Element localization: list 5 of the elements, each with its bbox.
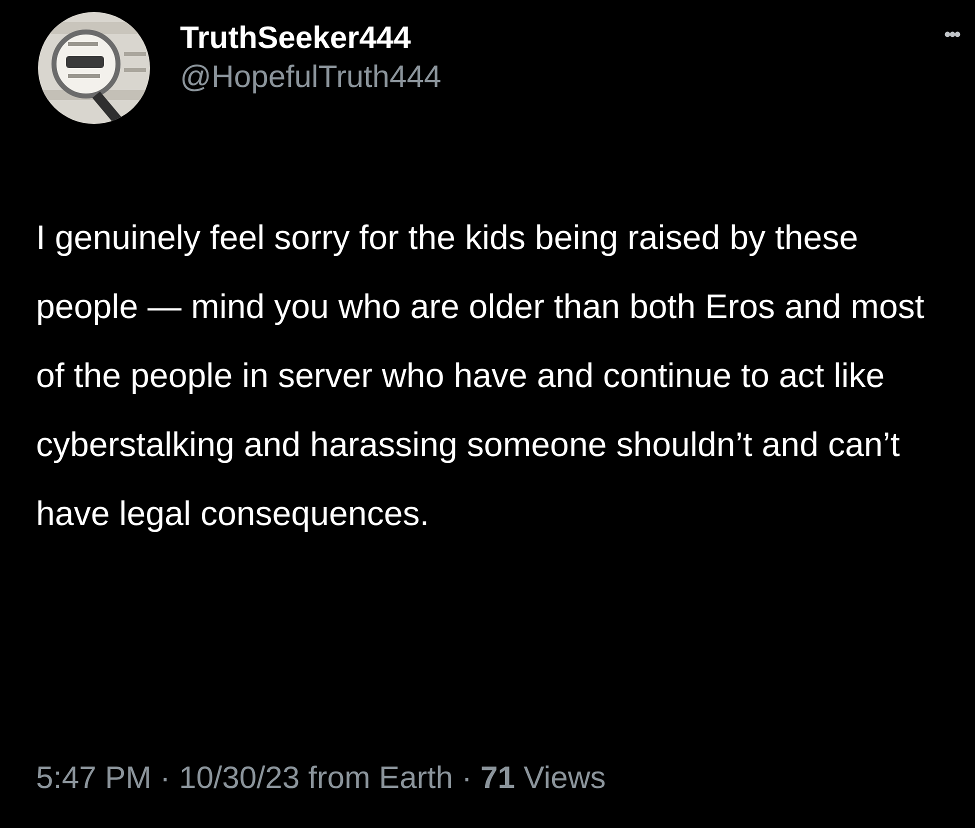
author-handle[interactable]: @HopefulTruth444 bbox=[180, 58, 442, 97]
author-name[interactable]: TruthSeeker444 bbox=[180, 19, 442, 58]
more-button[interactable]: ••• bbox=[944, 20, 959, 50]
post-meta: 5:47 PM · 10/30/23 from Earth · 71 Views bbox=[36, 759, 606, 797]
post-text: I genuinely feel sorry for the kids being raised by these people — mind you who are older than both Eros and most of the people in server who have and continue to act like cyberstalking and harassing someone shouldn’t and can’t have legal consequences. bbox=[36, 218, 926, 535]
